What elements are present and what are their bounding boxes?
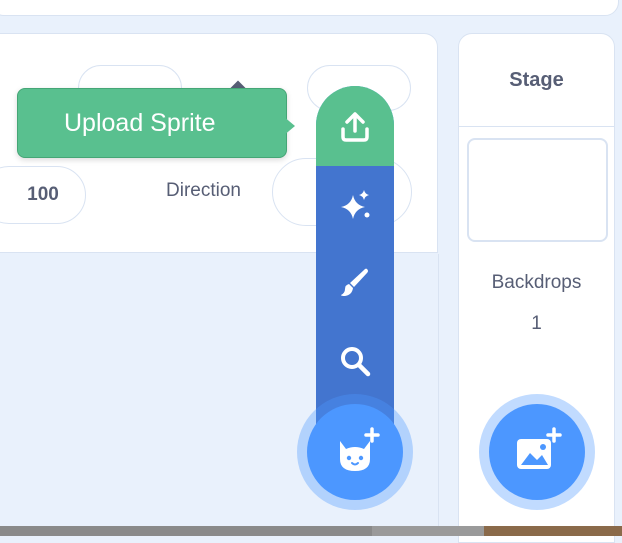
sparkle-icon [341, 190, 370, 219]
search-icon [341, 347, 371, 377]
bottom-edge-segment [484, 526, 622, 536]
upload-icon [341, 112, 369, 142]
backdrops-label: Backdrops [491, 272, 582, 293]
cat-plus-icon [340, 427, 380, 471]
size-value: 100 [27, 184, 59, 205]
top-panel-edge [0, 0, 619, 16]
bottom-edge-segment [372, 526, 484, 536]
direction-label: Direction [166, 180, 241, 201]
bottom-edge [0, 526, 622, 536]
image-plus-icon [517, 427, 562, 469]
paintbrush-icon [341, 268, 368, 296]
backdrops-count: 1 [531, 313, 542, 334]
choose-sprite-button[interactable] [316, 322, 394, 400]
tooltip-label: Upload Sprite [64, 108, 216, 137]
stage-thumbnail[interactable] [467, 138, 608, 242]
stage-title: Stage [509, 68, 564, 91]
surprise-button[interactable] [316, 166, 394, 244]
upload-sprite-tooltip: Upload Sprite [17, 88, 287, 158]
stage-header[interactable]: Stage [459, 34, 614, 127]
paint-button[interactable] [316, 244, 394, 322]
choose-sprite-main-button[interactable] [307, 404, 403, 500]
size-input[interactable]: 100 [0, 166, 86, 224]
sprite-selector-menu [316, 86, 394, 426]
upload-sprite-button[interactable] [316, 88, 394, 166]
tooltip-arrow [283, 116, 295, 136]
add-backdrop-button[interactable] [489, 404, 585, 500]
